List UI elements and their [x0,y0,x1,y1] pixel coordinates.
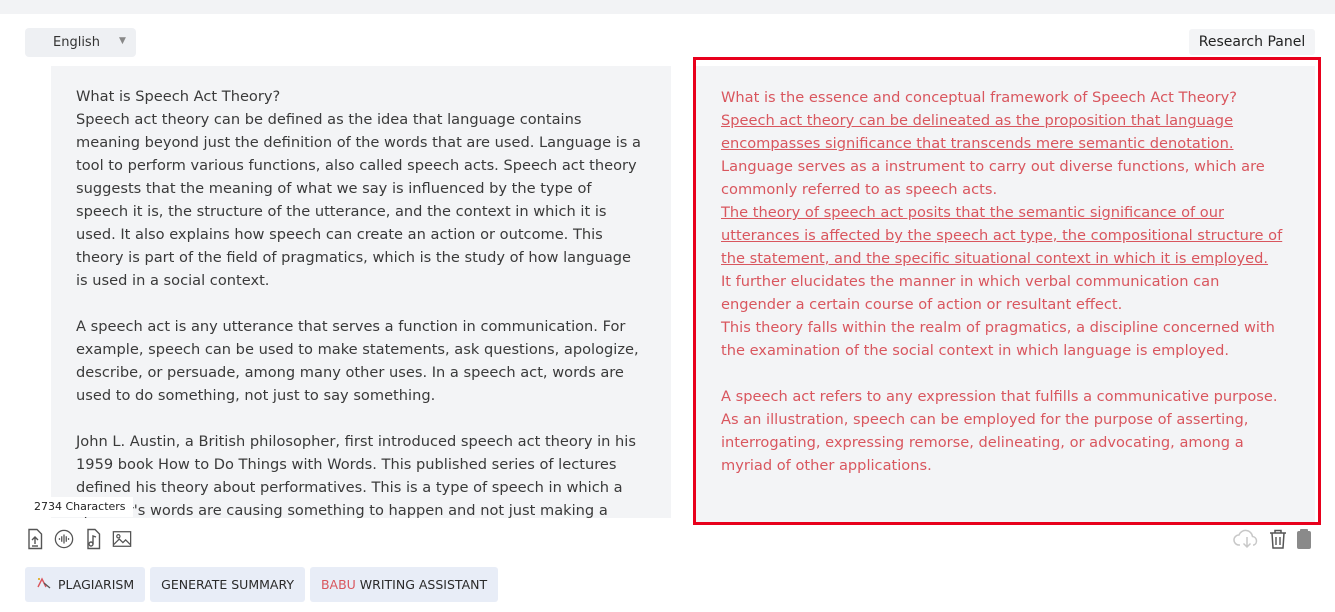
music-file-icon[interactable] [82,527,103,551]
input-text[interactable]: What is Speech Act Theory? Speech act th… [76,85,641,518]
generate-summary-button[interactable]: GENERATE SUMMARY [150,567,305,602]
top-bar [0,0,1335,14]
upload-file-icon[interactable] [24,527,45,551]
input-text-panel[interactable]: What is Speech Act Theory? Speech act th… [51,66,671,518]
generate-summary-button-label: GENERATE SUMMARY [161,577,294,592]
plagiarism-button[interactable]: PLAGIARISM [25,567,146,602]
input-toolbar [24,527,132,551]
output-sentence: What is the essence and conceptual frame… [721,89,1237,106]
writing-assistant-button[interactable]: BABU WRITING ASSISTANT [309,567,499,602]
character-count: 2734 Characters [27,497,133,517]
writing-assistant-brand: BABU [320,577,356,592]
clipboard-icon[interactable] [1295,527,1313,551]
plagiarism-icon [36,567,52,602]
language-select-value: English [53,35,100,50]
output-sentence: Language serves as a instrument to carry… [721,158,1265,198]
image-icon[interactable] [111,527,132,551]
output-text-panel[interactable]: What is the essence and conceptual frame… [696,66,1315,522]
trash-icon[interactable] [1269,527,1287,551]
language-select[interactable]: English ▼ [25,28,136,57]
cloud-download-icon[interactable] [1233,527,1261,551]
output-sentence[interactable]: The theory of speech act posits that the… [721,201,1291,270]
input-paragraph: A speech act is any utterance that serve… [76,318,639,404]
research-panel-button[interactable]: Research Panel [1189,29,1315,55]
audio-wave-icon[interactable] [53,527,74,551]
output-text: What is the essence and conceptual frame… [721,86,1291,477]
output-panel-highlight: What is the essence and conceptual frame… [693,57,1321,525]
input-paragraph: What is Speech Act Theory? [76,88,281,105]
output-sentence: This theory falls within the realm of pr… [721,319,1275,359]
input-paragraph: John L. Austin, a British philosopher, f… [76,433,636,518]
plagiarism-button-label: PLAGIARISM [58,577,135,592]
input-paragraph: Speech act theory can be defined as the … [76,111,641,289]
caret-down-icon: ▼ [119,36,126,46]
writing-assistant-label: WRITING ASSISTANT [355,577,488,592]
output-sentence: A speech act refers to any expression th… [721,388,1278,405]
output-sentence: It further elucidates the manner in whic… [721,273,1220,313]
action-buttons: PLAGIARISM GENERATE SUMMARY BABU WRITING… [25,567,499,602]
output-toolbar [1233,527,1313,551]
output-sentence[interactable]: Speech act theory can be delineated as t… [721,109,1291,155]
output-sentence: As an illustration, speech can be employ… [721,411,1249,474]
